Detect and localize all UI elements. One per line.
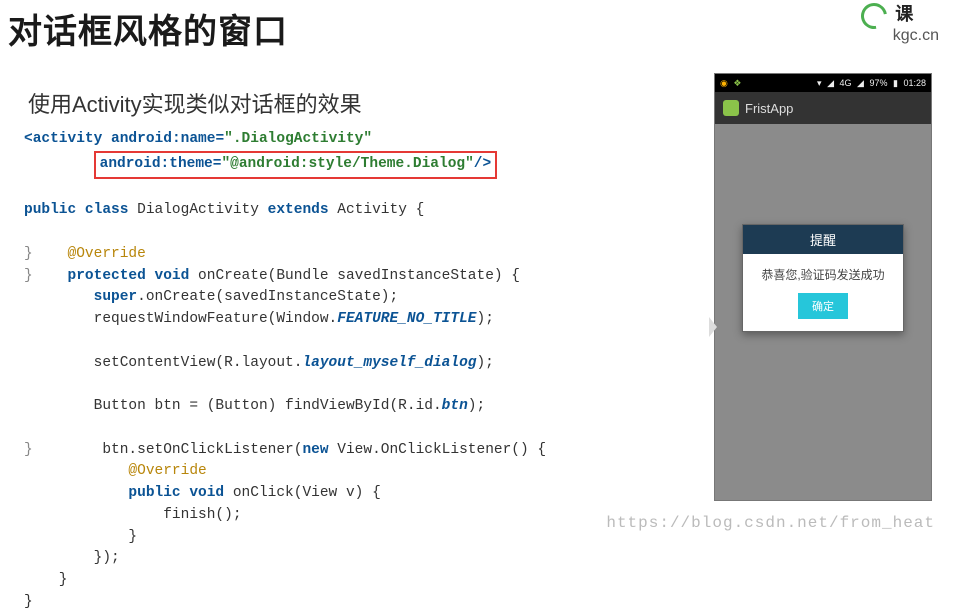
phone-mockup: ◉ ❖ ▾ ◢ 4G ◢ 97% ▮ 01:28 FristApp 提醒: [714, 73, 932, 501]
code-token: }: [24, 594, 33, 610]
code-token: DialogActivity: [128, 202, 267, 218]
status-bar: ◉ ❖ ▾ ◢ 4G ◢ 97% ▮ 01:28: [715, 74, 931, 92]
code-token: super: [24, 289, 137, 305]
code-annotation: @Override: [24, 463, 207, 479]
code-token: />: [474, 156, 491, 172]
code-token: FEATURE_NO_TITLE: [337, 311, 476, 327]
code-token: "@android:style/Theme.Dialog": [221, 156, 473, 172]
code-token: );: [477, 311, 494, 327]
code-token: android:theme=: [100, 156, 222, 172]
code-token: android:name=: [111, 131, 224, 147]
wifi-icon: ▾: [817, 78, 822, 88]
code-token: btn.setOnClickListener(: [33, 442, 303, 458]
code-token: layout_myself_dialog: [302, 355, 476, 371]
code-token: <activity: [24, 131, 102, 147]
code-token: requestWindowFeature(Window.: [24, 311, 337, 327]
code-token: onClick(View v) {: [224, 485, 381, 501]
code-token: extends: [268, 202, 329, 218]
battery-percent: 97%: [869, 78, 887, 88]
dialog: 提醒 恭喜您,验证码发送成功 确定: [742, 224, 904, 332]
clock-label: 01:28: [903, 78, 926, 88]
signal-icon: ◢: [827, 78, 834, 88]
gutter-mark: }: [24, 246, 33, 262]
code-block: <activity android:name=".DialogActivity"…: [24, 129, 704, 614]
code-annotation: @Override: [33, 246, 146, 262]
network-label: 4G: [840, 78, 852, 88]
code-token: );: [468, 398, 485, 414]
code-token: ".DialogActivity": [224, 131, 372, 147]
code-token: new: [302, 442, 328, 458]
warning-icon: ◉: [720, 78, 728, 88]
app-icon: [723, 100, 739, 116]
code-token: .onCreate(savedInstanceState);: [137, 289, 398, 305]
dialog-message: 恭喜您,验证码发送成功: [743, 254, 903, 293]
code-token: });: [24, 550, 120, 566]
code-token: public class: [24, 202, 128, 218]
logo-text-top: 课: [895, 4, 913, 24]
code-token: onCreate(Bundle savedInstanceState) {: [189, 268, 520, 284]
logo-c-icon: [856, 0, 892, 34]
code-token: }: [24, 529, 137, 545]
code-token: Button btn = (Button) findViewById(R.id.: [24, 398, 442, 414]
brand-logo: 课 kgc.cn: [861, 0, 939, 43]
code-token: );: [476, 355, 493, 371]
code-token: finish();: [24, 507, 242, 523]
battery-icon: ▮: [893, 78, 898, 88]
code-token: public void: [24, 485, 224, 501]
code-token: setContentView(R.layout.: [24, 355, 302, 371]
signal-icon: ◢: [857, 78, 864, 88]
code-token: protected void: [33, 268, 190, 284]
code-token: }: [24, 572, 68, 588]
gutter-mark: }: [24, 442, 33, 458]
gutter-mark: }: [24, 268, 33, 284]
dialog-confirm-button[interactable]: 确定: [798, 293, 848, 319]
app-bar: FristApp: [715, 92, 931, 124]
back-arrow-icon: [709, 317, 717, 337]
code-token: btn: [442, 398, 468, 414]
logo-text-sub: kgc.cn: [893, 29, 939, 43]
page-title: 对话框风格的窗口: [0, 0, 957, 53]
highlighted-box: android:theme="@android:style/Theme.Dial…: [94, 151, 498, 179]
app-title: FristApp: [745, 101, 793, 116]
dialog-title: 提醒: [743, 225, 903, 254]
code-token: View.OnClickListener() {: [329, 442, 547, 458]
code-token: Activity {: [329, 202, 425, 218]
watermark-text: https://blog.csdn.net/from_heat: [606, 514, 935, 532]
android-icon: ❖: [733, 78, 741, 88]
